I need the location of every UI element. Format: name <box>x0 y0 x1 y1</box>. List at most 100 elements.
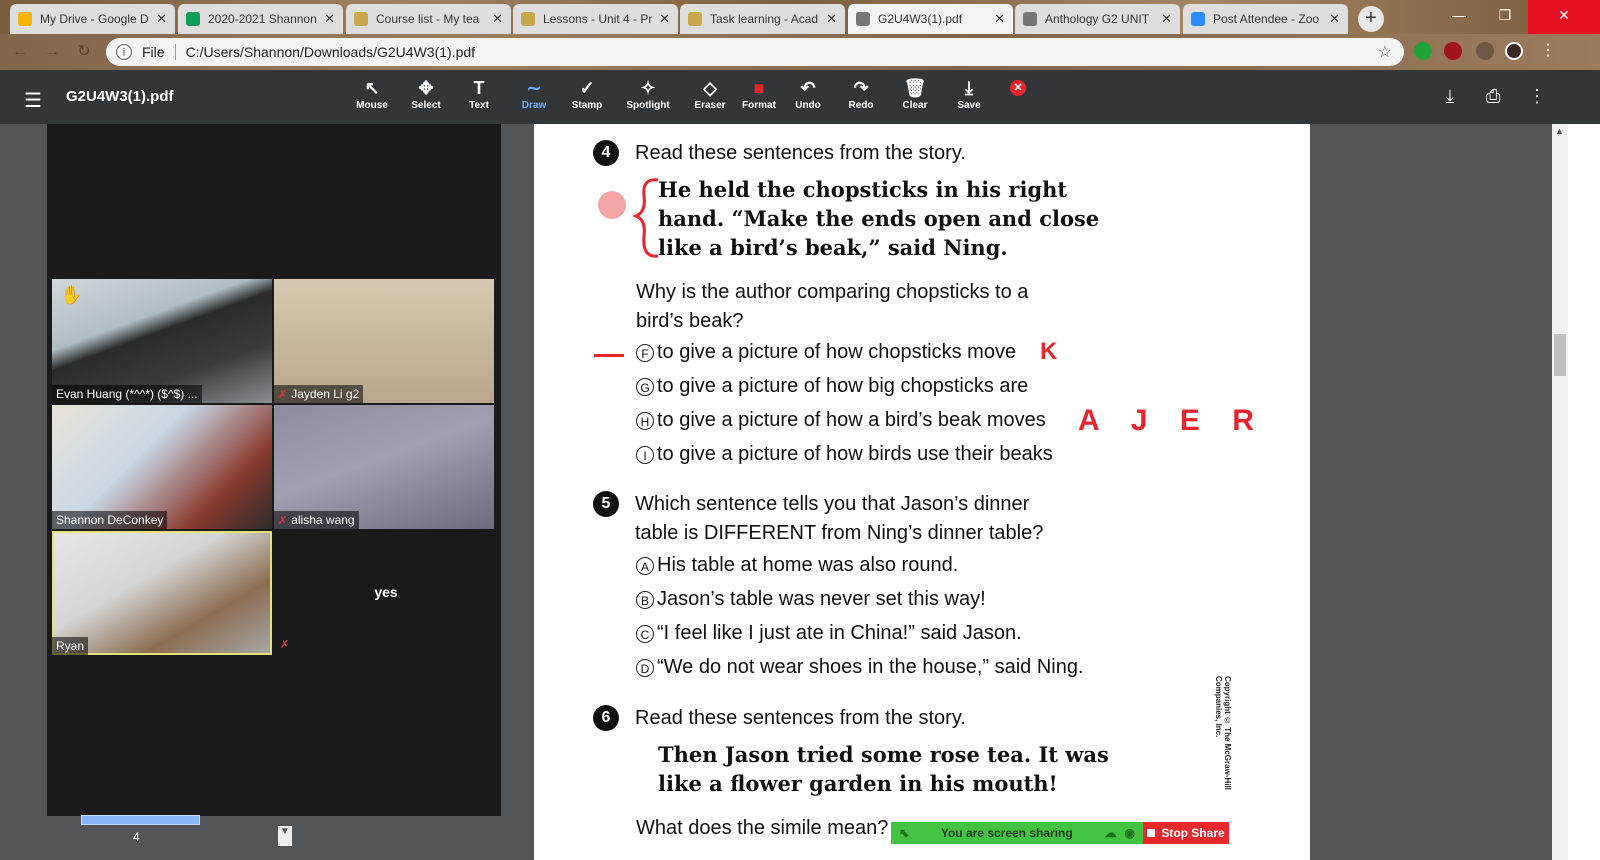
browser-tab[interactable]: My Drive - Google D ✕ <box>10 4 175 34</box>
option-text: “We do not wear shoes in the house,” sai… <box>657 656 1084 678</box>
tool-label: Clear <box>902 100 928 111</box>
browser-tab[interactable]: Anthology G2 UNIT ✕ <box>1015 4 1180 34</box>
print-icon[interactable]: ⎙ <box>1486 86 1500 107</box>
tool-save-button[interactable]: ⤓ Save <box>942 76 996 111</box>
participant-tile[interactable]: Shannon DeConkey <box>52 405 272 529</box>
text-icon: T <box>473 78 485 98</box>
stop-share-button[interactable]: Stop Share <box>1143 822 1229 844</box>
tool-draw-button[interactable]: ∼ Draw <box>507 76 561 111</box>
participant-tile[interactable]: ✋ Evan Huang (*^^*) ($^$) ... <box>52 279 272 403</box>
clear-icon: 🗑 <box>903 78 927 98</box>
tab-close-icon[interactable]: ✕ <box>1329 11 1340 27</box>
annotation-ajer: A J E R <box>1078 404 1266 437</box>
tab-close-icon[interactable]: ✕ <box>1161 11 1172 27</box>
quote-line: Then Jason tried some rose tea. It was <box>658 742 1109 767</box>
select-icon: ✥ <box>418 78 434 98</box>
download-icon[interactable]: ⤓ <box>1446 86 1454 107</box>
tool-text-button[interactable]: T Text <box>452 76 506 111</box>
info-icon[interactable]: i <box>116 44 132 60</box>
tool-stamp-button[interactable]: ✓ Stamp <box>560 76 614 111</box>
minimize-button[interactable]: — <box>1436 0 1482 34</box>
menu-icon[interactable]: ☰ <box>24 88 42 113</box>
answer-option[interactable]: Hto give a picture of how a bird’s beak … <box>636 409 1046 432</box>
browser-tab[interactable]: 2020-2021 Shannon ✕ <box>178 4 343 34</box>
scroll-down-icon[interactable]: ▼ <box>278 826 292 846</box>
tool-label: Mouse <box>356 100 388 111</box>
cloud-icon[interactable]: ☁ <box>1105 826 1117 840</box>
tab-close-icon[interactable]: ✕ <box>659 11 670 27</box>
browser-tab[interactable]: Lessons - Unit 4 - Pr ✕ <box>513 4 678 34</box>
format-icon: ■ <box>753 78 765 98</box>
share-status: You are screen sharing <box>940 826 1073 840</box>
muted-mic-icon: ✗ <box>280 639 290 651</box>
answer-option[interactable]: Fto give a picture of how chopsticks mov… <box>636 341 1016 364</box>
tab-title: Post Attendee - Zoo <box>1213 12 1320 26</box>
close-window-button[interactable]: ✕ <box>1528 0 1600 34</box>
scroll-up-icon[interactable]: ▲ <box>1555 126 1564 136</box>
tool-label: Stamp <box>571 100 603 111</box>
tab-close-icon[interactable]: ✕ <box>492 11 503 27</box>
tool-redo-button[interactable]: ↷ Redo <box>834 76 888 111</box>
tab-title: Task learning - Acad <box>710 12 819 26</box>
security-icon[interactable]: ◉ <box>1125 826 1135 840</box>
answer-option[interactable]: B Jason’s table was never set this way! <box>636 588 986 611</box>
tool-undo-button[interactable]: ↶ Undo <box>781 76 835 111</box>
answer-option[interactable]: Ito give a picture of how birds use thei… <box>636 443 1053 466</box>
tab-close-icon[interactable]: ✕ <box>994 11 1005 27</box>
stamp-icon: ✓ <box>579 78 595 98</box>
tool-eraser-button[interactable]: ◇ Eraser <box>683 76 737 111</box>
tab-close-icon[interactable]: ✕ <box>156 11 167 27</box>
restore-button[interactable]: ❐ <box>1482 0 1528 34</box>
option-letter: F <box>636 343 654 362</box>
answer-option[interactable]: C “I feel like I just ate in China!” said… <box>636 622 1022 645</box>
tool-select-button[interactable]: ✥ Select <box>399 76 453 111</box>
option-text: to give a picture of how birds use their… <box>657 443 1053 465</box>
tab-close-icon[interactable]: ✕ <box>324 11 335 27</box>
question-number: 4 <box>593 140 619 166</box>
answer-option[interactable]: A His table at home was also round. <box>636 554 958 577</box>
new-tab-button[interactable]: + <box>1358 6 1384 32</box>
extension-puzzle-icon[interactable] <box>1476 42 1494 60</box>
close-annotation-icon[interactable]: ✕ <box>1010 80 1026 96</box>
extension-green-icon[interactable] <box>1414 42 1432 60</box>
address-text[interactable]: C:/Users/Shannon/Downloads/G2U4W3(1).pdf <box>186 44 475 60</box>
tool-label: Redo <box>848 100 874 111</box>
tab-close-icon[interactable]: ✕ <box>826 11 837 27</box>
participant-tile[interactable]: Ryan <box>52 531 272 655</box>
page-scrollbar[interactable]: ▲ <box>1552 124 1568 860</box>
browser-tab[interactable]: Course list - My tea ✕ <box>346 4 511 34</box>
option-letter: B <box>636 590 654 609</box>
menu-icon[interactable]: ⋮ <box>1540 40 1556 60</box>
browser-tab[interactable]: Post Attendee - Zoo ✕ <box>1183 4 1348 34</box>
address-bar[interactable]: i File C:/Users/Shannon/Downloads/G2U4W3… <box>106 38 1404 66</box>
back-icon[interactable]: ← <box>8 40 32 64</box>
forward-icon[interactable]: → <box>40 40 64 64</box>
profile-avatar[interactable] <box>1505 42 1523 60</box>
participant-name: Ryan <box>52 637 89 655</box>
story-quote: Then Jason tried some rose tea. It was l… <box>658 740 1109 798</box>
tool-label: Text <box>469 100 489 111</box>
bookmark-star-icon[interactable]: ☆ <box>1378 42 1392 62</box>
question-line: Why is the author comparing chopsticks t… <box>636 281 1029 303</box>
reload-icon[interactable]: ↻ <box>72 40 96 64</box>
tool-clear-button[interactable]: 🗑 Clear <box>888 76 942 111</box>
option-text: to give a picture of how chopsticks move <box>657 341 1017 363</box>
scrollbar-thumb[interactable] <box>1554 334 1566 376</box>
participant-name: Evan Huang (*^^*) ($^$) ... <box>52 385 202 403</box>
participant-tile[interactable]: ✗ alisha wang <box>274 405 494 529</box>
more-options-icon[interactable]: ⋮ <box>1528 86 1546 107</box>
browser-tab[interactable]: Task learning - Acad ✕ <box>680 4 845 34</box>
question-text: What does the simile mean? <box>636 817 889 839</box>
tool-format-button[interactable]: ■ Format <box>732 76 786 111</box>
answer-option[interactable]: Gto give a picture of how big chopsticks… <box>636 375 1028 398</box>
tool-label: Format <box>742 100 776 111</box>
participant-tile[interactable]: ✗ Jayden Li g2 <box>274 279 494 403</box>
browser-tab[interactable]: G2U4W3(1).pdf ✕ <box>848 4 1013 34</box>
spotlight-icon: ✧ <box>640 78 656 98</box>
extension-red-icon[interactable] <box>1444 42 1462 60</box>
answer-option[interactable]: D “We do not wear shoes in the house,” sa… <box>636 656 1084 679</box>
tool-spotlight-button[interactable]: ✧ Spotlight <box>621 76 675 111</box>
tool-mouse-button[interactable]: ↖ Mouse <box>345 76 399 111</box>
page-thumbnail[interactable] <box>81 815 200 825</box>
tab-favicon-icon <box>1023 12 1037 26</box>
